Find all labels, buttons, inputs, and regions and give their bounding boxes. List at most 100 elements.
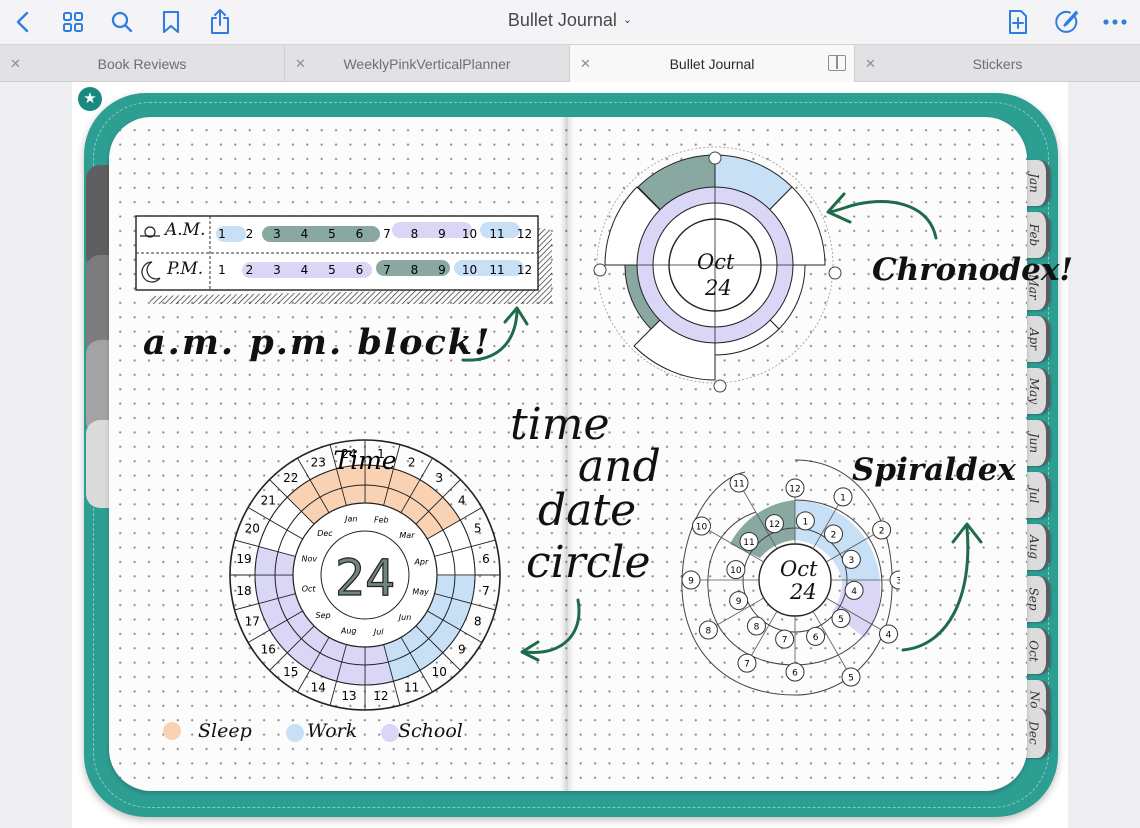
spiral-node-label: 6 <box>792 669 798 679</box>
hour-label: 5 <box>474 521 482 535</box>
month-label: Jan <box>343 515 357 524</box>
tab-bullet-journal[interactable]: ✕ Bullet Journal <box>570 45 855 83</box>
favorite-star-icon[interactable]: ★ <box>78 87 102 111</box>
hour-label: 15 <box>283 665 298 679</box>
hour-label: 9 <box>458 642 466 656</box>
pen-circle-icon[interactable] <box>1052 7 1082 37</box>
month-label: Dec <box>317 529 333 538</box>
spiral-node-label: 1 <box>840 493 846 503</box>
pm-hour-label: 11 <box>489 263 504 277</box>
chronodex-arrow-icon <box>826 192 938 240</box>
split-view-icon[interactable] <box>828 55 846 71</box>
tdc-title: Time <box>333 446 396 475</box>
month-label: Oct <box>302 585 317 594</box>
am-hour-label: 6 <box>356 227 364 241</box>
tab-book-reviews[interactable]: ✕ Book Reviews <box>0 45 285 82</box>
tdc-arrow-icon <box>520 598 581 662</box>
month-label: Aug <box>340 627 357 636</box>
chronodex-date-day: 24 <box>705 276 732 300</box>
tab-stickers[interactable]: ✕ Stickers <box>855 45 1140 82</box>
page-spine <box>560 117 574 791</box>
tab-label: Bullet Journal <box>669 56 755 72</box>
hour-label: 7 <box>482 584 490 598</box>
tdc-caption-line-4: circle <box>526 537 651 588</box>
hour-label: 4 <box>458 494 466 508</box>
spiraldex-caption: Spiraldex <box>852 452 1016 488</box>
ampm-arrow-icon <box>461 306 529 362</box>
month-label: Jun <box>397 613 412 622</box>
spiral-node-label: 4 <box>886 631 892 641</box>
hour-label: 16 <box>261 642 276 656</box>
spiral-node-label: 6 <box>813 633 819 643</box>
spiral-node-label: 3 <box>848 556 854 566</box>
spiral-node-label: 2 <box>831 531 837 541</box>
spiral-node-label: 10 <box>730 566 742 576</box>
spiral-node-label: 1 <box>802 517 808 527</box>
pm-hour-label: 6 <box>356 263 364 277</box>
spiral-node-label: 8 <box>706 627 712 637</box>
spiraldex-arrow-icon <box>901 522 983 652</box>
pm-hour-label: 9 <box>438 263 446 277</box>
grid-icon[interactable] <box>58 7 88 37</box>
bookmark-icon[interactable] <box>156 7 186 37</box>
spiral-node-label: 7 <box>744 660 750 670</box>
tab-label: Stickers <box>972 55 1023 72</box>
pm-hour-label: 1 <box>218 263 226 277</box>
hour-label: 22 <box>283 471 298 485</box>
spiral-node-label: 4 <box>851 587 857 597</box>
spiral-node-label: 2 <box>879 527 885 537</box>
month-label: Mar <box>399 531 415 540</box>
pm-label: P.M. <box>167 259 204 279</box>
hour-label: 14 <box>311 681 326 695</box>
pm-hour-label: 10 <box>462 263 477 277</box>
share-icon[interactable] <box>205 7 235 37</box>
spiraldex-date-day: 24 <box>790 580 817 604</box>
pm-hour-label: 12 <box>517 263 532 277</box>
spiral-node-label: 8 <box>754 622 760 632</box>
am-hour-label: 10 <box>462 227 477 241</box>
tab-label: Book Reviews <box>97 55 187 72</box>
spiraldex-date-month: Oct <box>780 557 818 581</box>
legend-work-swatch <box>286 724 304 742</box>
close-icon[interactable]: ✕ <box>10 56 21 72</box>
hour-label: 3 <box>435 471 443 485</box>
document-tab-bar: ✕ Book Reviews ✕ WeeklyPinkVerticalPlann… <box>0 44 1140 83</box>
tab-weekly-pink-vertical-planner[interactable]: ✕ WeeklyPinkVerticalPlanner <box>285 45 570 82</box>
spiral-node-label: 5 <box>838 615 844 625</box>
spiral-node-label: 5 <box>848 673 854 683</box>
am-hour-label: 2 <box>246 227 254 241</box>
hour-label: 20 <box>245 521 260 535</box>
spiral-node-label: 12 <box>789 485 800 495</box>
hour-label: 6 <box>482 552 490 566</box>
hour-label: 19 <box>236 552 251 566</box>
legend-school-label: School <box>398 720 463 742</box>
chronodex-date-month: Oct <box>697 250 735 274</box>
search-icon[interactable] <box>107 7 137 37</box>
am-hour-label: 3 <box>273 227 281 241</box>
close-icon[interactable]: ✕ <box>295 56 306 72</box>
ampm-caption: a.m. p.m. block! <box>143 322 492 363</box>
pm-hour-label: 2 <box>246 263 254 277</box>
am-label: A.M. <box>165 220 206 240</box>
more-icon[interactable] <box>1100 7 1130 37</box>
hour-label: 17 <box>245 615 260 629</box>
pm-hour-label: 5 <box>328 263 336 277</box>
legend-sleep-swatch <box>163 722 181 740</box>
legend-work-label: Work <box>307 720 358 742</box>
am-hour-label: 9 <box>438 227 446 241</box>
new-page-icon[interactable] <box>1003 7 1033 37</box>
am-hour-label: 11 <box>489 227 504 241</box>
legend-school-swatch <box>381 724 399 742</box>
document-title[interactable]: Bullet Journal ⌄ <box>470 10 670 31</box>
spiral-node-label: 11 <box>733 480 744 490</box>
hour-label: 2 <box>408 455 416 469</box>
hour-label: 18 <box>236 584 251 598</box>
hour-label: 12 <box>373 689 388 703</box>
back-chevron-icon[interactable] <box>8 7 38 37</box>
month-label: Sep <box>315 611 330 620</box>
close-icon[interactable]: ✕ <box>865 56 876 72</box>
am-hour-label: 1 <box>218 227 226 241</box>
spiral-node-label: 11 <box>743 538 754 548</box>
close-icon[interactable]: ✕ <box>580 56 591 72</box>
hour-label: 8 <box>474 615 482 629</box>
